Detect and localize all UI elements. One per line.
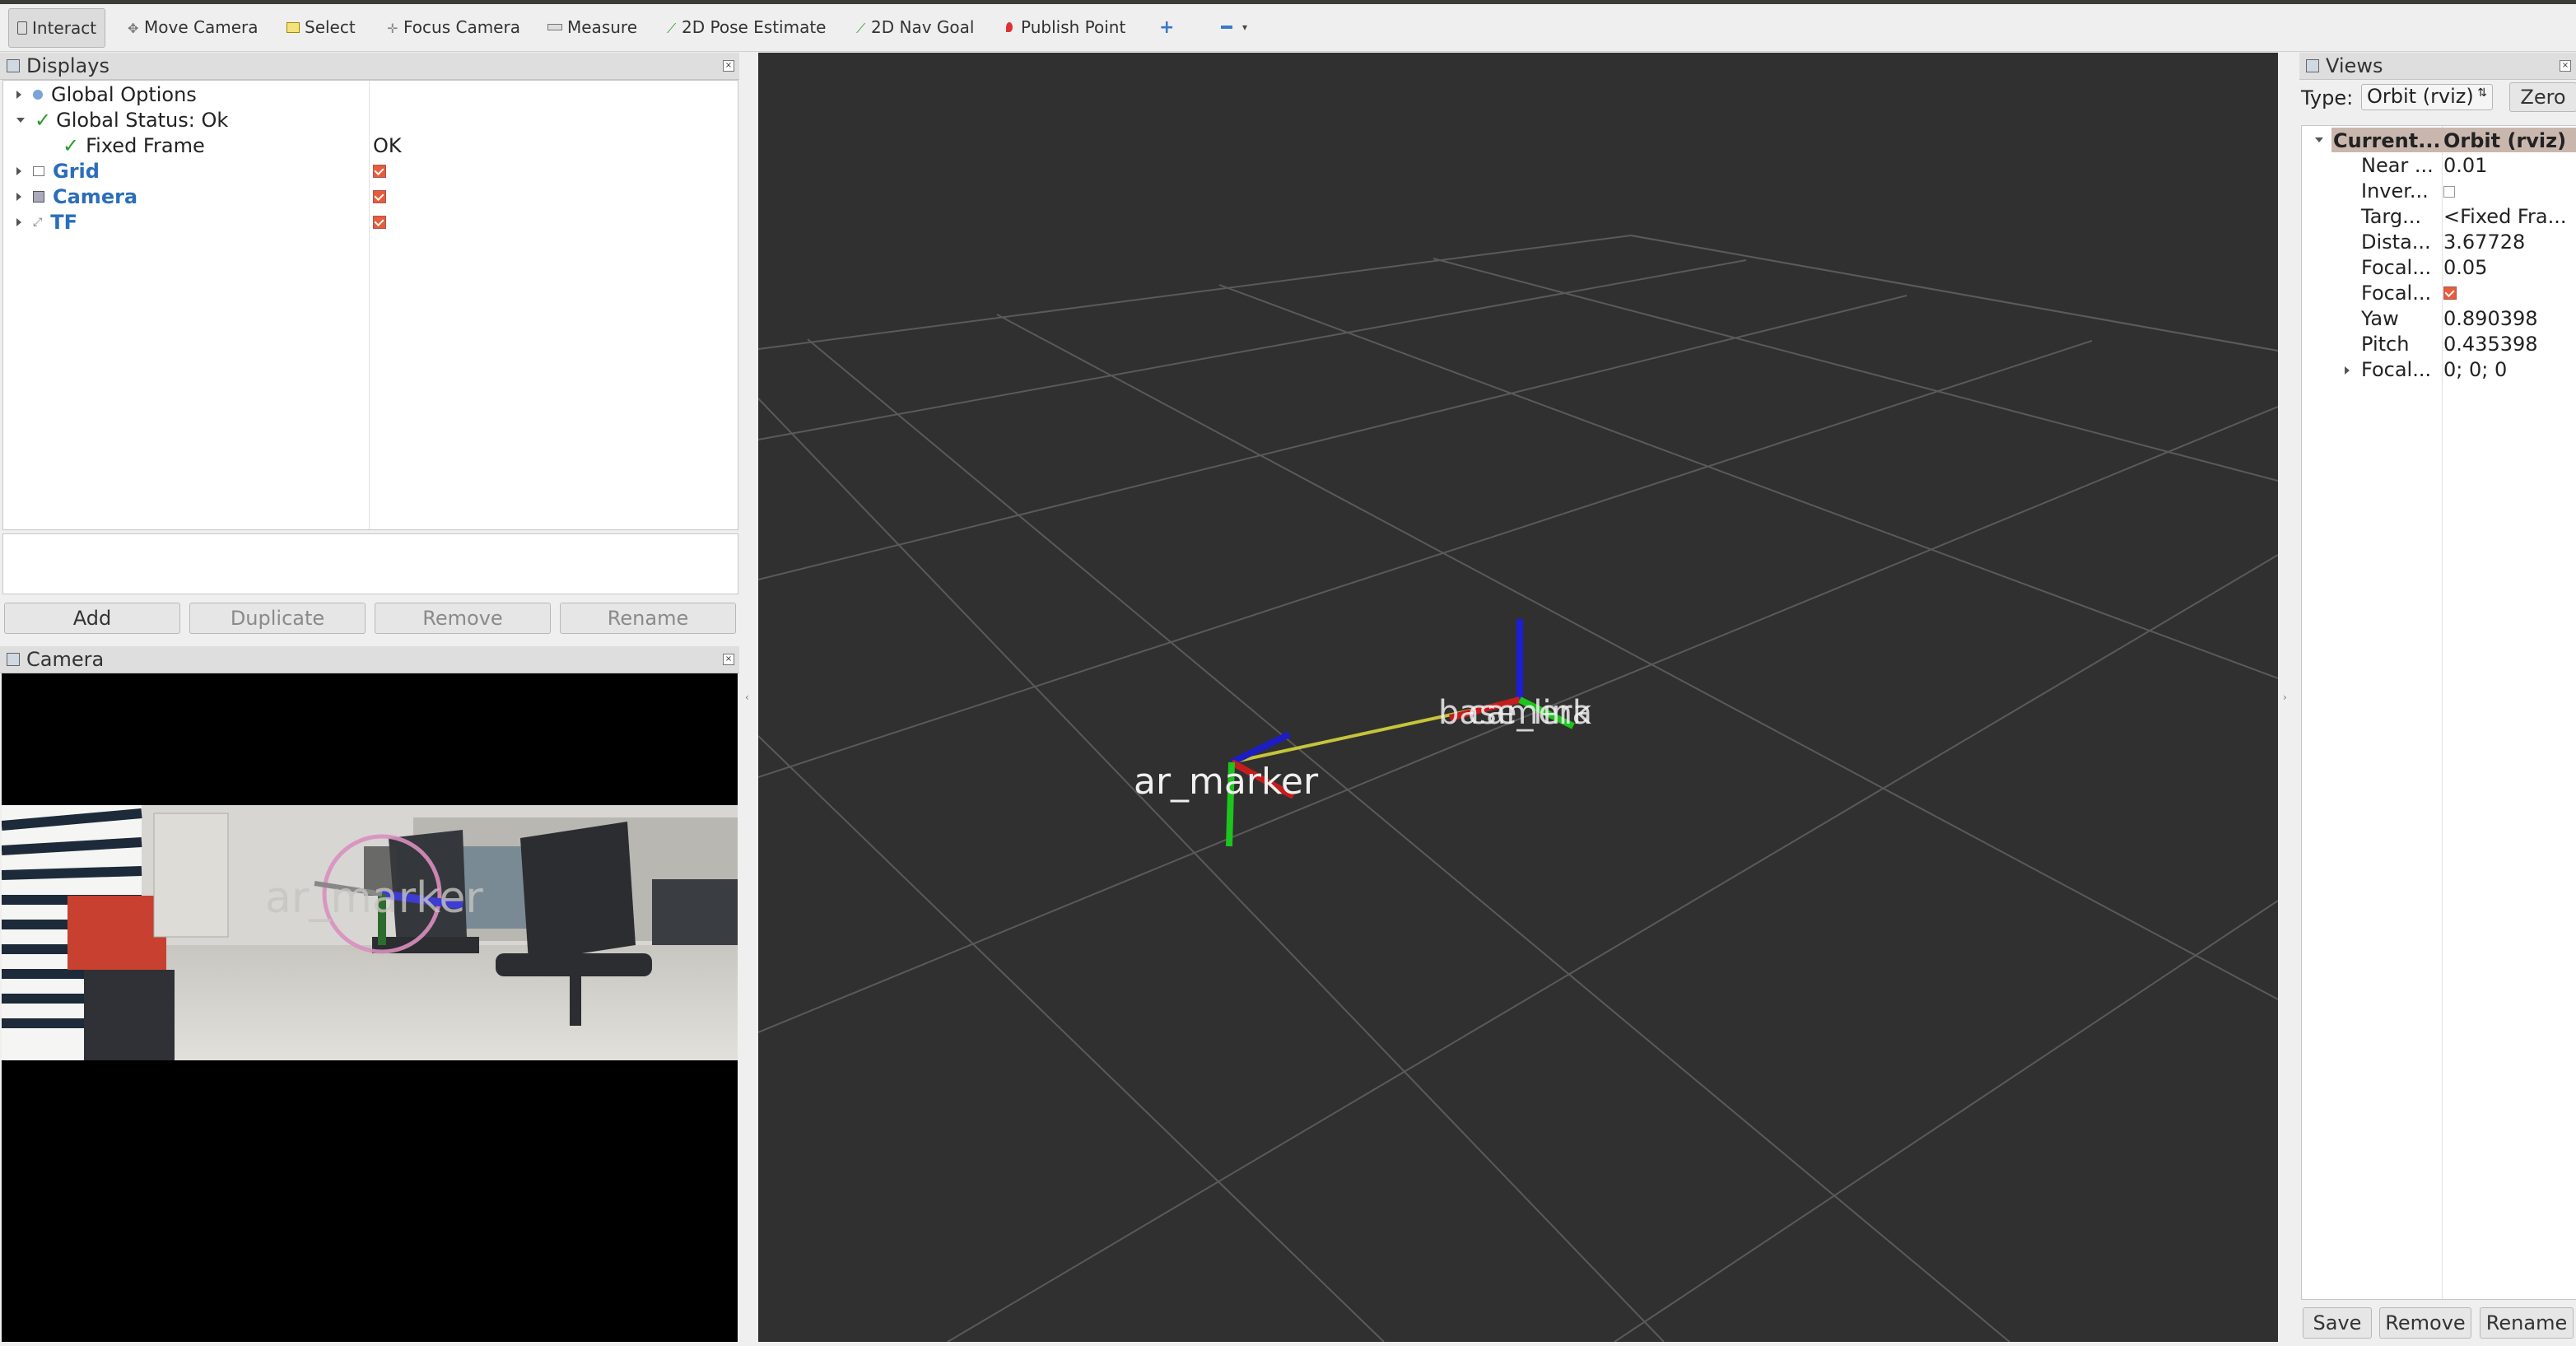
ruler-icon [547,24,562,30]
zero-button[interactable]: Zero [2509,82,2576,112]
checkbox-checked-icon[interactable] [2443,286,2457,300]
views-icon [2306,59,2319,72]
measure-tool[interactable]: Measure [547,8,637,46]
move-camera-tool[interactable]: ✥ Move Camera [128,8,258,46]
check-icon: ✓ [63,133,80,157]
checkbox-checked-icon [373,189,386,203]
views-title: Views [2326,54,2383,77]
ar-marker-label: ar_marker [1134,761,1319,803]
expand-arrow-icon [16,166,21,175]
displays-icon [7,59,20,72]
camera-enabled-checkbox[interactable] [373,184,386,209]
view-prop-near-clip[interactable]: Near ... 0.01 [2302,154,2574,179]
display-item-camera[interactable]: Camera [16,184,137,209]
grid-enabled-checkbox[interactable] [373,158,386,184]
display-item-global-status[interactable]: ✓ Global Status: Ok [16,107,228,133]
add-display-button[interactable]: Add [4,603,180,634]
expand-arrow-icon [2345,366,2350,375]
add-tool-button[interactable]: + [1159,8,1174,46]
minus-icon [1221,26,1232,29]
displays-tree: Global Options ✓ Global Status: Ok ✓ Fix… [2,80,738,530]
views-properties-tree: Current... Orbit (rviz) Near ... 0.01 Inv… [2301,125,2576,1300]
focus-camera-icon: ✛ [387,21,398,36]
view-prop-focal-shape-size[interactable]: Focal... 0.05 [2302,256,2574,282]
view-prop-invert-z[interactable]: Inver... [2302,179,2574,205]
checkbox-unchecked-icon[interactable] [2443,186,2455,198]
grid-lines [758,235,2278,1342]
chevron-updown-icon: ⇅ [2477,86,2487,100]
duplicate-display-button[interactable]: Duplicate [189,603,366,634]
3d-viewport[interactable]: ar_marker base_link camera [758,53,2278,1342]
window-top-bar [0,0,2576,4]
display-item-grid[interactable]: Grid [16,158,100,184]
camera-image-view: ar_marker [1,673,738,1342]
expand-arrow-icon [16,90,21,99]
tf-enabled-checkbox[interactable] [373,209,386,235]
remove-view-button[interactable]: Remove [2379,1307,2471,1339]
rename-display-button[interactable]: Rename [560,603,736,634]
green-arrow-icon: ⟋ [667,21,677,36]
column-divider [369,81,370,529]
collapse-arrow-icon [16,117,25,123]
focus-camera-tool[interactable]: ✛ Focus Camera [387,8,520,46]
tf-axes-icon: ⤢ [33,215,43,229]
move-camera-icon: ✥ [128,21,139,36]
interact-tool[interactable]: Interact [8,8,106,48]
select-icon [286,21,300,33]
close-icon[interactable]: × [723,654,734,665]
view-prop-distance[interactable]: Dista... 3.67728 [2302,231,2574,256]
globe-icon [33,89,43,100]
view-type-label: Type: [2301,86,2354,109]
chevron-down-icon: ▾ [1242,21,1248,33]
camera-overlay-label: ar_marker [265,873,483,923]
plus-icon: + [1159,16,1175,38]
check-icon: ✓ [35,108,52,132]
rename-view-button[interactable]: Rename [2480,1307,2574,1339]
camera-frame-label: camera [1468,694,1592,732]
checkbox-checked-icon [373,164,386,178]
fixed-frame-status-value: OK [373,133,402,157]
save-view-button[interactable]: Save [2303,1307,2372,1339]
select-tool[interactable]: Select [286,8,356,46]
2d-pose-estimate-tool[interactable]: ⟋ 2D Pose Estimate [667,8,827,46]
display-description-box [2,533,738,594]
close-icon[interactable]: × [723,60,734,72]
view-type-select[interactable]: Orbit (rviz) ⇅ [2361,84,2493,110]
checkbox-checked-icon [373,215,386,229]
displays-panel-header: Displays × [0,53,739,80]
view-prop-focal-shape-fixed[interactable]: Focal... [2302,282,2574,307]
publish-point-tool[interactable]: Publish Point [1006,8,1125,46]
displays-title: Displays [26,54,109,77]
display-item-tf[interactable]: ⤢ TF [16,209,77,235]
remove-tool-menu[interactable]: ▾ [1221,8,1247,46]
right-splitter-handle[interactable]: › [2283,692,2288,705]
2d-nav-goal-tool[interactable]: ⟋ 2D Nav Goal [856,8,974,46]
collapse-arrow-icon [2315,137,2323,142]
camera-feed-image: ar_marker [1,805,738,1060]
display-item-global-options[interactable]: Global Options [16,82,197,107]
expand-arrow-icon [16,192,21,201]
views-panel-header: Views × [2299,53,2576,80]
map-pin-icon [1006,22,1013,32]
camera-icon [7,653,20,666]
close-icon[interactable]: × [2560,60,2571,72]
view-prop-focal-point[interactable]: Focal... 0; 0; 0 [2302,358,2574,384]
green-arrow-icon: ⟋ [856,21,866,36]
view-prop-pitch[interactable]: Pitch 0.435398 [2302,333,2574,358]
view-prop-target-frame[interactable]: Targ... <Fixed Fra... [2302,205,2574,231]
camera-icon [33,190,44,203]
left-splitter-handle[interactable]: ‹ [745,692,750,705]
display-item-fixed-frame[interactable]: ✓ Fixed Frame [63,133,205,158]
remove-display-button[interactable]: Remove [375,603,551,634]
expand-arrow-icon [16,217,21,226]
camera-panel-title: Camera [26,648,105,671]
camera-panel-header: Camera × [0,646,739,673]
cursor-icon [17,21,27,35]
current-view-row[interactable]: Current... Orbit (rviz) [2315,128,2576,152]
3d-scene: ar_marker base_link camera [758,235,2278,1342]
view-prop-yaw[interactable]: Yaw 0.890398 [2302,307,2574,333]
grid-icon [33,165,44,176]
